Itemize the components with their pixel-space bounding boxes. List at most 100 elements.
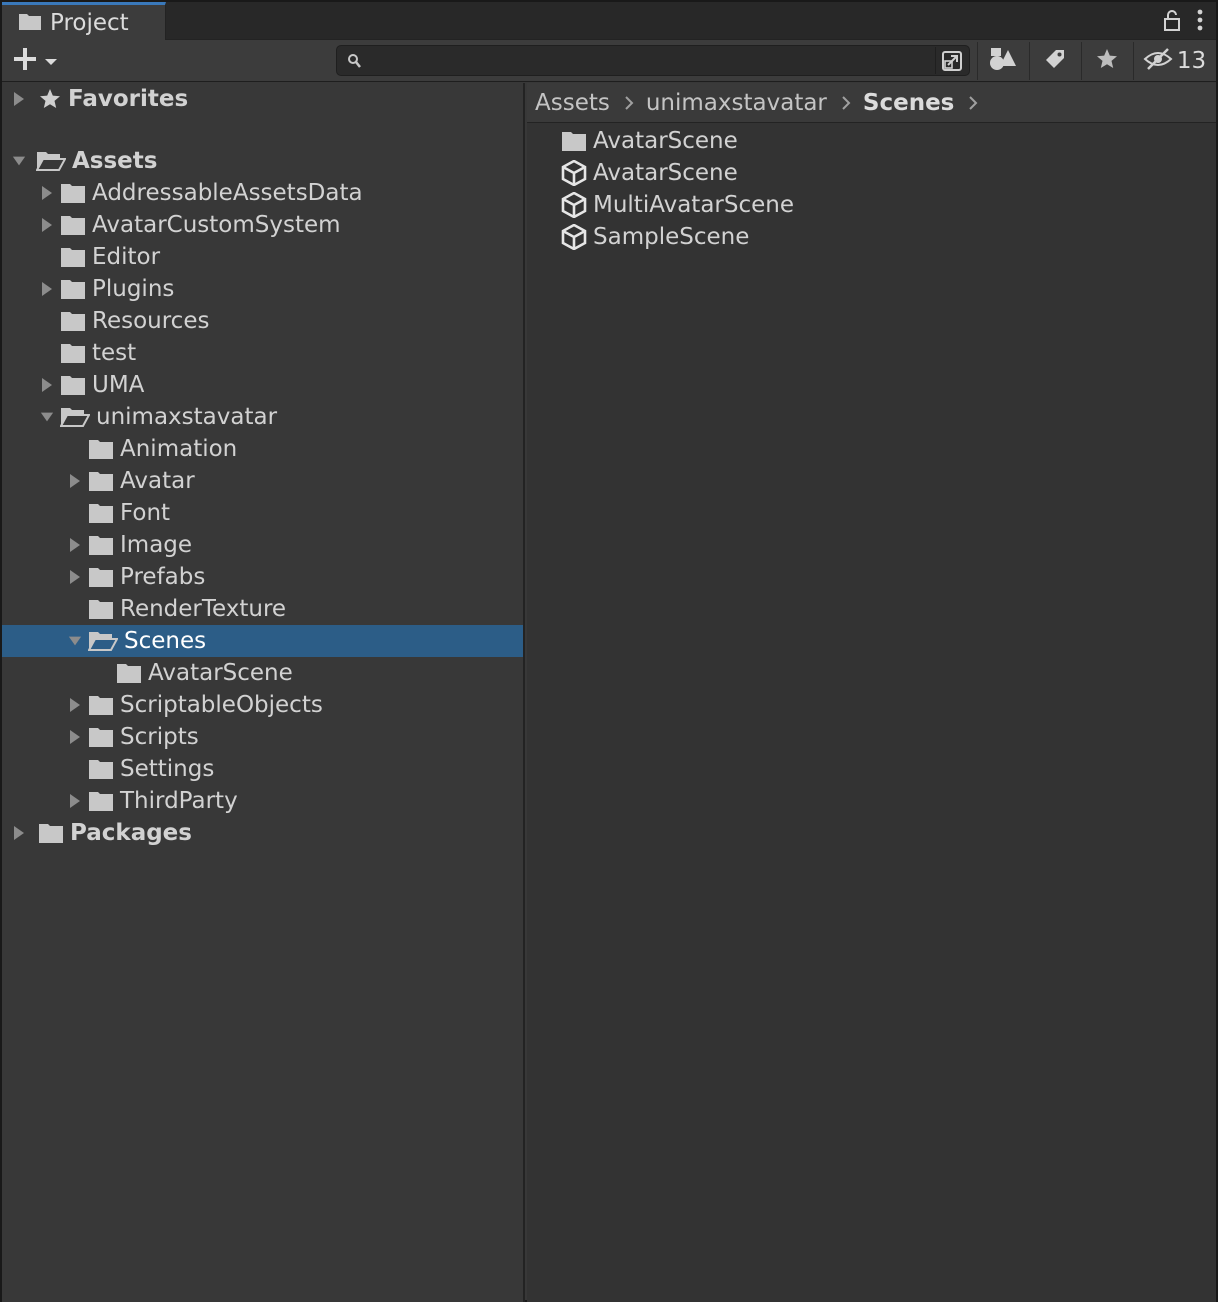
open-folder-icon [88,630,118,652]
collapsed-arrow-icon[interactable] [68,537,82,553]
tree-item[interactable]: AddressableAssetsData [2,177,523,209]
content-item-label: AvatarScene [593,160,738,186]
tree-item[interactable]: Editor [2,241,523,273]
arrow-placeholder [40,345,54,361]
tree-item[interactable]: Plugins [2,273,523,305]
tree-item[interactable]: Settings [2,753,523,785]
chevron-right-icon [624,95,634,111]
arrow-placeholder [96,665,110,681]
folder-tree-panel: Favorites Assets AddressableAssetsData Av… [2,83,525,1302]
open-folder-icon [36,150,66,172]
arrow-placeholder [40,313,54,329]
project-window: Project 13 Favorites Assets AddressableA… [0,0,1218,1302]
breadcrumb-item-current[interactable]: Scenes [863,90,954,116]
tree-item-label: AvatarCustomSystem [92,212,341,238]
hidden-packages-toggle[interactable]: 13 [1133,42,1215,80]
search-by-type-button[interactable] [977,42,1027,80]
collapsed-arrow-icon[interactable] [40,281,54,297]
search-icon [347,53,361,73]
tree-item[interactable]: UMA [2,369,523,401]
star-icon [1095,47,1119,75]
expanded-arrow-icon[interactable] [40,409,54,425]
more-options-icon[interactable] [1196,8,1204,32]
tree-item[interactable]: Image [2,529,523,561]
tab-project[interactable]: Project [2,2,166,41]
collapsed-arrow-icon[interactable] [12,91,26,107]
tree-item[interactable]: Scripts [2,721,523,753]
collapsed-arrow-icon[interactable] [68,793,82,809]
tree-item-label: Resources [92,308,210,334]
tree-item-assets[interactable]: Assets [2,145,523,177]
tree-item[interactable]: Animation [2,433,523,465]
collapsed-arrow-icon[interactable] [40,377,54,393]
arrow-placeholder [68,761,82,777]
folder-icon [88,534,114,556]
shapes-icon [989,46,1017,76]
star-icon [38,87,62,111]
tab-bar: Project [2,2,1216,41]
content-scene-item[interactable]: AvatarScene [561,157,738,189]
collapsed-arrow-icon[interactable] [12,825,26,841]
breadcrumb-item[interactable]: unimaxstavatar [646,90,827,116]
tree-item[interactable]: Scenes [2,625,523,657]
chevron-right-icon [841,95,851,111]
folder-icon [60,310,86,332]
unity-scene-icon [561,192,587,218]
toolbar: 13 [2,40,1216,82]
tree-item-label: Packages [70,820,192,846]
plus-icon [12,46,38,76]
tree-item-packages[interactable]: Packages [2,817,523,849]
content-folder-item[interactable]: AvatarScene [561,125,738,157]
expanded-arrow-icon[interactable] [12,153,26,169]
tree-item-label: Animation [120,436,238,462]
collapsed-arrow-icon[interactable] [40,185,54,201]
breadcrumb-item[interactable]: Assets [535,90,610,116]
collapsed-arrow-icon[interactable] [68,697,82,713]
tree-item[interactable]: AvatarScene [2,657,523,689]
create-button[interactable] [12,46,58,76]
arrow-placeholder [68,601,82,617]
collapsed-arrow-icon[interactable] [68,473,82,489]
collapsed-arrow-icon[interactable] [68,569,82,585]
collapsed-arrow-icon[interactable] [40,217,54,233]
content-scene-item[interactable]: MultiAvatarScene [561,189,794,221]
favorites-row[interactable]: Favorites [2,83,523,115]
tree-item[interactable]: Resources [2,305,523,337]
tree-item[interactable]: ThirdParty [2,785,523,817]
lock-icon[interactable] [1162,8,1182,32]
tree-item[interactable]: test [2,337,523,369]
chevron-down-icon [44,52,58,71]
open-search-window-icon [941,50,962,71]
tree-item[interactable]: unimaxstavatar [2,401,523,433]
tree-item-label: Editor [92,244,161,270]
search-input[interactable] [367,49,927,73]
tree-item-label: Font [120,500,171,526]
tree-item[interactable]: Prefabs [2,561,523,593]
folder-icon [116,662,142,684]
chevron-right-icon[interactable] [968,95,978,111]
folder-icon [88,566,114,588]
search-field[interactable] [336,45,970,76]
search-by-label-button[interactable] [1029,42,1079,80]
content-item-label: MultiAvatarScene [593,192,795,218]
content-item-label: AvatarScene [593,128,738,154]
tree-item-label: Scripts [120,724,199,750]
folder-icon [60,374,86,396]
unity-scene-icon [561,160,587,186]
tree-item[interactable]: Font [2,497,523,529]
content-scene-item[interactable]: SampleScene [561,221,749,253]
tree-item-label: Plugins [92,276,175,302]
tree-item[interactable]: Avatar [2,465,523,497]
expanded-arrow-icon[interactable] [68,633,82,649]
folder-icon [60,246,86,268]
tree-item[interactable]: ScriptableObjects [2,689,523,721]
folder-icon [88,438,114,460]
tree-item-label: Settings [120,756,215,782]
tree-item[interactable]: RenderTexture [2,593,523,625]
favorites-label: Favorites [68,86,189,112]
collapsed-arrow-icon[interactable] [68,729,82,745]
save-search-button[interactable] [1081,42,1131,80]
tree-item-label: Scenes [124,628,207,654]
tree-item[interactable]: AvatarCustomSystem [2,209,523,241]
search-window-button[interactable] [935,47,967,74]
